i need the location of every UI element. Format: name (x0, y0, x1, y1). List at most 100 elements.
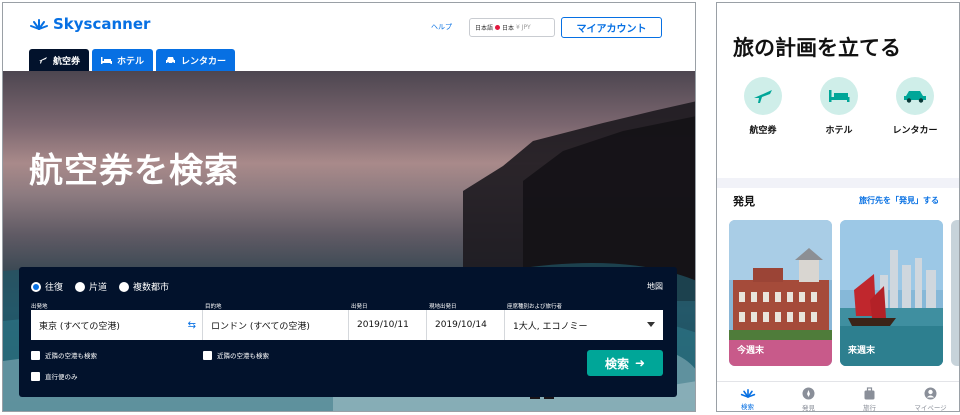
help-link[interactable]: ヘルプ (431, 22, 452, 32)
card-label: 来週末 (848, 346, 876, 356)
category-label: 航空券 (749, 126, 777, 136)
checkbox-box (31, 350, 40, 360)
plane-icon (754, 90, 772, 103)
suitcase-icon (864, 387, 875, 400)
nav-label: 旅行 (863, 404, 876, 412)
direct-only-checkbox[interactable]: 直行便のみ (31, 371, 78, 381)
discover-card-peek[interactable] (951, 220, 959, 366)
discover-card-this-weekend[interactable]: 今週末 (729, 220, 832, 366)
category-circle (744, 77, 782, 115)
nav-profile[interactable]: マイページ (903, 382, 958, 412)
checkbox-label: 直行便のみ (45, 373, 78, 381)
category-hotels[interactable]: ホテル (804, 77, 874, 136)
bottom-navigation: 検索 発見 旅行 マイページ (717, 381, 959, 412)
depart-date-input[interactable]: 2019/10/11 (349, 310, 427, 340)
search-button-label: 検索 (604, 356, 629, 371)
search-nav-icon (740, 388, 755, 398)
nearby-destination-checkbox[interactable]: 近隣の空港も検索 (203, 350, 269, 360)
return-label: 現地出発日 (429, 304, 457, 310)
destination-label: 目的地 (205, 304, 222, 310)
arrow-right-icon: ➜ (634, 356, 646, 370)
locale-language: 日本語 (475, 25, 494, 32)
nav-label: 発見 (802, 404, 815, 412)
tab-label: ホテル (117, 56, 145, 67)
trip-type-label: 片道 (89, 283, 108, 293)
profile-icon (924, 387, 937, 400)
category-label: レンタカー (892, 126, 938, 136)
checkbox-label: 近隣の空港も検索 (45, 352, 97, 360)
nav-search[interactable]: 検索 (720, 382, 775, 411)
map-link[interactable]: 地図 (647, 281, 663, 292)
depart-value: 2019/10/11 (357, 320, 409, 330)
tab-label: 航空券 (53, 56, 81, 67)
search-button[interactable]: 検索 ➜ (587, 350, 663, 376)
car-icon (166, 56, 176, 65)
checkbox-box (31, 371, 40, 381)
discover-card-next-weekend[interactable]: 来週末 (840, 220, 943, 366)
category-circle (820, 77, 858, 115)
hero-title: 航空券を検索 (29, 151, 239, 191)
locale-region: 日本 (502, 25, 515, 32)
category-flights[interactable]: 航空券 (728, 77, 798, 136)
discover-destinations-link[interactable]: 旅行先を「発見」する (859, 195, 939, 206)
tab-hotels[interactable]: ホテル (92, 49, 154, 71)
trip-type-label: 往復 (45, 283, 64, 293)
card-label: 今週末 (737, 346, 765, 356)
trip-type-oneway[interactable]: 片道 (75, 280, 107, 293)
bed-icon (101, 56, 113, 64)
category-circle (896, 77, 934, 115)
nav-trips[interactable]: 旅行 (842, 382, 897, 412)
swap-icon[interactable]: ⇆ (188, 320, 196, 331)
nav-discover[interactable]: 発見 (781, 382, 836, 412)
flight-search-panel: 往復 片道 複数都市 地図 出発地 目的地 出発日 現地出発日 座席種別および旅… (19, 267, 677, 397)
skyscanner-logo[interactable]: Skyscanner (29, 15, 150, 33)
category-row: 航空券 ホテル レンタカー (717, 77, 959, 136)
tab-flights[interactable]: 航空券 (29, 49, 90, 71)
mobile-title: 旅の計画を立てる (733, 36, 901, 60)
hero-background: 航空券を検索 往復 片道 複数都市 地図 出発地 目的地 出発日 現地出発日 座… (3, 71, 695, 411)
mobile-screen: 旅の計画を立てる 航空券 ホテル レンタカー 発見 旅行先を「発見」する 今週末… (716, 2, 960, 412)
nearby-origin-checkbox[interactable]: 近隣の空港も検索 (31, 350, 97, 360)
trip-type-multicity[interactable]: 複数都市 (119, 280, 169, 293)
tab-car-hire[interactable]: レンタカー (156, 49, 236, 71)
desktop-screen: Skyscanner ヘルプ 日本語 日本 ¥ JPY マイアカウント 航空券 … (2, 2, 696, 412)
checkbox-label: 近隣の空港も検索 (217, 352, 269, 360)
cabin-travellers-select[interactable]: 1大人, エコノミー (505, 310, 663, 340)
nav-label: 検索 (741, 403, 754, 411)
product-tabs: 航空券 ホテル レンタカー (29, 49, 236, 71)
category-label: ホテル (825, 126, 853, 136)
return-date-input[interactable]: 2019/10/14 (427, 310, 505, 340)
category-car-hire[interactable]: レンタカー (880, 77, 950, 136)
nav-label: マイページ (914, 404, 947, 412)
japan-flag-icon (495, 25, 501, 30)
my-account-button[interactable]: マイアカウント (561, 17, 662, 38)
chevron-down-icon (647, 322, 655, 327)
radio-unselected (75, 281, 86, 292)
checkbox-box (203, 350, 212, 360)
cabin-label: 座席種別および旅行者 (507, 304, 563, 310)
radio-unselected (119, 281, 130, 292)
car-icon (904, 91, 926, 103)
discover-heading: 発見 (733, 195, 755, 208)
trip-type-group: 往復 片道 複数都市 (31, 280, 169, 293)
locale-currency: ¥ JPY (516, 24, 531, 31)
locale-selector[interactable]: 日本語 日本 ¥ JPY (469, 18, 555, 37)
brand-name: Skyscanner (53, 15, 151, 33)
origin-label: 出発地 (31, 304, 48, 310)
bed-icon (829, 90, 850, 102)
trip-type-label: 複数都市 (133, 283, 170, 293)
cabin-value: 1大人, エコノミー (513, 321, 588, 332)
return-value: 2019/10/14 (435, 320, 487, 330)
destination-input[interactable]: ロンドン (すべての空港) (203, 310, 349, 340)
destination-value: ロンドン (すべての空港) (211, 321, 310, 332)
origin-input[interactable]: 東京 (すべての空港) ⇆ (31, 310, 203, 340)
origin-value: 東京 (すべての空港) (39, 321, 120, 332)
section-divider (717, 178, 959, 188)
trip-type-round[interactable]: 往復 (31, 280, 63, 293)
depart-label: 出発日 (351, 304, 368, 310)
compass-icon (802, 387, 815, 400)
sunrise-logo-icon (30, 19, 48, 30)
tab-label: レンタカー (181, 56, 227, 67)
radio-selected (31, 281, 41, 292)
plane-icon (39, 57, 47, 64)
